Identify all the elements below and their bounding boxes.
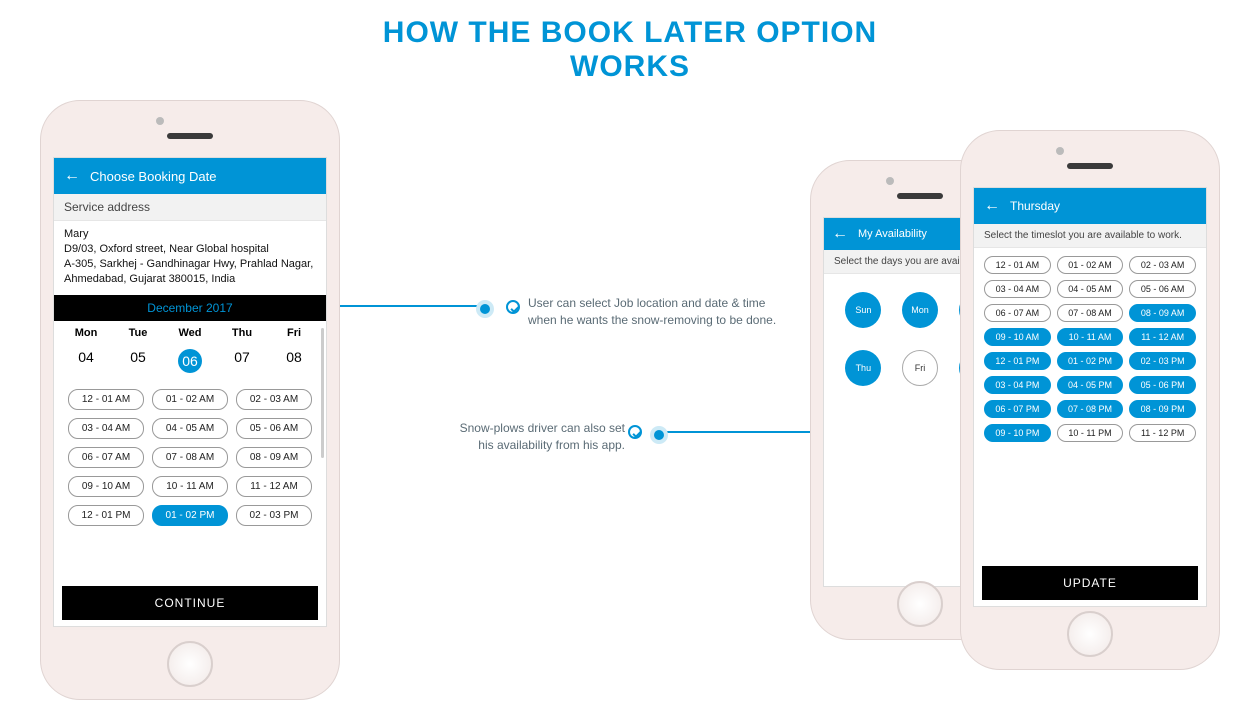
connector-dot-icon — [480, 304, 490, 314]
connector-line-2 — [660, 431, 810, 433]
phone-booking: ← Choose Booking Date Service address Ma… — [40, 100, 340, 700]
timeslot-button[interactable]: 10 - 11 PM — [1057, 424, 1124, 442]
timeslot-button[interactable]: 08 - 09 PM — [1129, 400, 1196, 418]
day-label: Fri — [268, 325, 320, 341]
appbar-title: My Availability — [858, 228, 927, 240]
addr-name: Mary — [64, 227, 316, 242]
day-label: Tue — [112, 325, 164, 341]
timeslot-button[interactable]: 05 - 06 AM — [1129, 280, 1196, 298]
page-title-l2: WORKS — [570, 50, 690, 83]
phone-availability-slots: ← Thursday Select the timeslot you are a… — [960, 130, 1220, 670]
speaker-icon — [897, 193, 943, 199]
day-number[interactable]: 07 — [216, 345, 268, 381]
timeslot-button[interactable]: 10 - 11 AM — [1057, 328, 1124, 346]
timeslot-button[interactable]: 04 - 05 PM — [1057, 376, 1124, 394]
home-button-icon[interactable] — [897, 581, 943, 627]
check-circle-icon — [506, 300, 520, 314]
timeslot-button[interactable]: 06 - 07 AM — [68, 447, 144, 468]
timeslot-button[interactable]: 01 - 02 AM — [1057, 256, 1124, 274]
timeslot-button[interactable]: 01 - 02 PM — [1057, 352, 1124, 370]
speaker-icon — [1067, 163, 1113, 169]
day-circle[interactable]: Sun — [845, 292, 881, 328]
timeslot-grid: 12 - 01 AM 01 - 02 AM 02 - 03 AM 03 - 04 AM… — [54, 381, 326, 526]
timeslot-button[interactable]: 06 - 07 PM — [984, 400, 1051, 418]
back-arrow-icon[interactable]: ← — [832, 226, 848, 242]
connector-dot-icon — [654, 430, 664, 440]
day-label: Thu — [216, 325, 268, 341]
timeslot-button[interactable]: 03 - 04 AM — [68, 418, 144, 439]
week-header: MonTueWedThuFri — [54, 321, 326, 341]
back-arrow-icon[interactable]: ← — [64, 168, 80, 184]
timeslot-button[interactable]: 07 - 08 AM — [1057, 304, 1124, 322]
appbar-title: Choose Booking Date — [90, 169, 216, 184]
home-button-icon[interactable] — [1067, 611, 1113, 657]
screen-booking: ← Choose Booking Date Service address Ma… — [53, 157, 327, 627]
page-title: HOW THE BOOK LATER OPTION WORKS — [0, 0, 1260, 84]
day-number[interactable]: 08 — [268, 345, 320, 381]
day-circle[interactable]: Thu — [845, 350, 881, 386]
thursday-subtitle: Select the timeslot you are available to… — [974, 224, 1206, 248]
timeslot-button[interactable]: 04 - 05 AM — [1057, 280, 1124, 298]
timeslot-button[interactable]: 08 - 09 AM — [236, 447, 312, 468]
address-block: Mary D9/03, Oxford street, Near Global h… — [54, 221, 326, 295]
addr-l2: D9/03, Oxford street, Near Global hospit… — [64, 242, 316, 257]
callout-1: User can select Job location and date & … — [528, 295, 788, 329]
timeslot-button[interactable]: 05 - 06 AM — [236, 418, 312, 439]
timeslot-button[interactable]: 07 - 08 AM — [152, 447, 228, 468]
timeslot-button[interactable]: 06 - 07 AM — [984, 304, 1051, 322]
day-number[interactable]: 04 — [60, 345, 112, 381]
speaker-icon — [167, 133, 213, 139]
addr-l4: Ahmedabad, Gujarat 380015, India — [64, 272, 316, 287]
day-number[interactable]: 05 — [112, 345, 164, 381]
appbar-thursday: ← Thursday — [974, 188, 1206, 224]
home-button-icon[interactable] — [167, 641, 213, 687]
timeslot-button[interactable]: 12 - 01 AM — [68, 389, 144, 410]
timeslot-button[interactable]: 09 - 10 PM — [984, 424, 1051, 442]
timeslot-grid: 12 - 01 AM 01 - 02 AM 02 - 03 AM 03 - 04 AM… — [974, 248, 1206, 442]
day-circle[interactable]: Fri — [902, 350, 938, 386]
timeslot-button[interactable]: 01 - 02 AM — [152, 389, 228, 410]
week-numbers: 0405060708 — [54, 341, 326, 381]
month-bar: December 2017 — [54, 295, 326, 321]
timeslot-button[interactable]: 03 - 04 AM — [984, 280, 1051, 298]
back-arrow-icon[interactable]: ← — [984, 198, 1000, 214]
timeslot-button[interactable]: 01 - 02 PM — [152, 505, 228, 526]
connector-line-1 — [340, 305, 480, 307]
timeslot-button[interactable]: 11 - 12 AM — [236, 476, 312, 497]
timeslot-button[interactable]: 12 - 01 PM — [984, 352, 1051, 370]
timeslot-button[interactable]: 03 - 04 PM — [984, 376, 1051, 394]
timeslot-button[interactable]: 09 - 10 AM — [68, 476, 144, 497]
timeslot-button[interactable]: 02 - 03 PM — [1129, 352, 1196, 370]
timeslot-button[interactable]: 11 - 12 AM — [1129, 328, 1196, 346]
appbar-booking: ← Choose Booking Date — [54, 158, 326, 194]
timeslot-button[interactable]: 05 - 06 PM — [1129, 376, 1196, 394]
timeslot-button[interactable]: 12 - 01 PM — [68, 505, 144, 526]
day-circle[interactable]: Mon — [902, 292, 938, 328]
timeslot-button[interactable]: 12 - 01 AM — [984, 256, 1051, 274]
screen-thursday: ← Thursday Select the timeslot you are a… — [973, 187, 1207, 607]
timeslot-button[interactable]: 07 - 08 PM — [1057, 400, 1124, 418]
addr-l3: A-305, Sarkhej - Gandhinagar Hwy, Prahla… — [64, 257, 316, 272]
scroll-indicator — [321, 328, 324, 458]
check-circle-icon — [628, 425, 642, 439]
day-label: Wed — [164, 325, 216, 341]
day-number[interactable]: 06 — [164, 345, 216, 381]
timeslot-button[interactable]: 02 - 03 PM — [236, 505, 312, 526]
page-title-l1: HOW THE BOOK LATER OPTION — [383, 16, 877, 49]
timeslot-button[interactable]: 02 - 03 AM — [1129, 256, 1196, 274]
timeslot-button[interactable]: 04 - 05 AM — [152, 418, 228, 439]
timeslot-button[interactable]: 10 - 11 AM — [152, 476, 228, 497]
callout-2: Snow-plows driver can also set his avail… — [455, 420, 625, 454]
timeslot-button[interactable]: 02 - 03 AM — [236, 389, 312, 410]
continue-button[interactable]: CONTINUE — [62, 586, 318, 620]
timeslot-button[interactable]: 09 - 10 AM — [984, 328, 1051, 346]
service-address-label: Service address — [54, 194, 326, 221]
timeslot-button[interactable]: 11 - 12 PM — [1129, 424, 1196, 442]
day-label: Mon — [60, 325, 112, 341]
timeslot-button[interactable]: 08 - 09 AM — [1129, 304, 1196, 322]
update-button[interactable]: UPDATE — [982, 566, 1198, 600]
appbar-title: Thursday — [1010, 199, 1060, 213]
